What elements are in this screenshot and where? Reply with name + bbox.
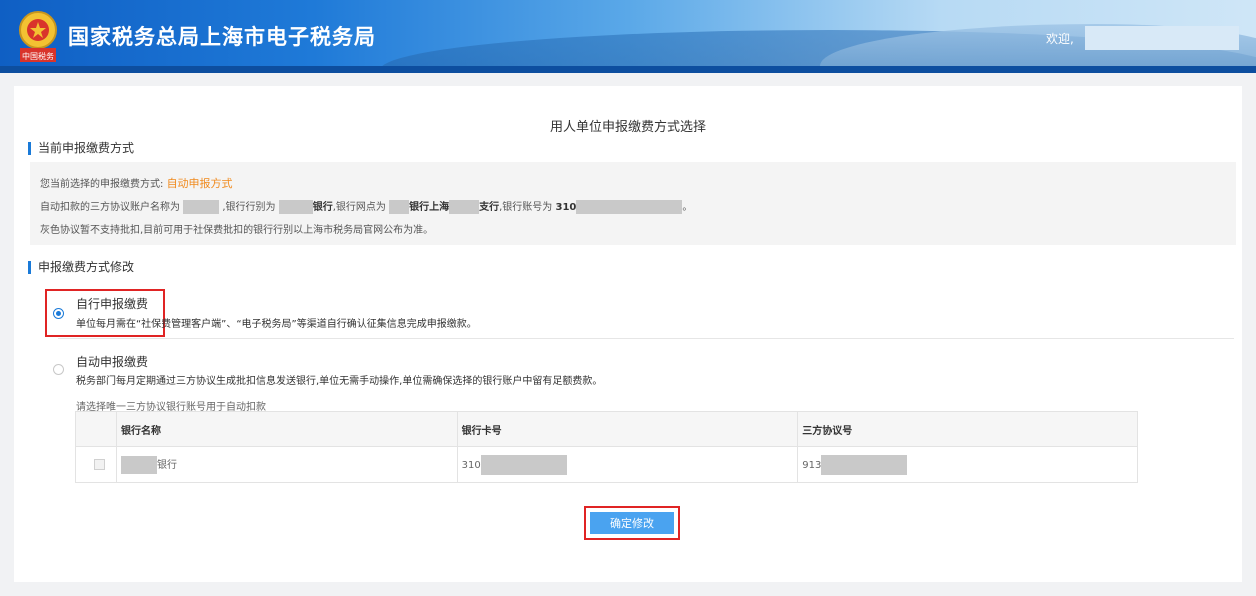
option2-label[interactable]: 自动申报缴费 xyxy=(76,353,148,370)
main-panel: 用人单位申报缴费方式选择 当前申报缴费方式 您当前选择的申报缴费方式: 自动申报… xyxy=(14,86,1242,582)
site-title: 国家税务总局上海市电子税务局 xyxy=(68,25,376,49)
agreement-number-masked xyxy=(821,454,908,475)
current-method-line: 您当前选择的申报缴费方式: 自动申报方式 xyxy=(40,175,233,191)
welcome-text: 欢迎, xyxy=(1046,32,1074,46)
account-number-prefix: 310 xyxy=(555,202,577,213)
row-checkbox[interactable] xyxy=(94,458,105,470)
page-title: 用人单位申报缴费方式选择 xyxy=(549,120,706,135)
agreement-number-prefix: 913 xyxy=(802,459,822,471)
bank-name-masked xyxy=(120,455,157,474)
emblem-text: 中国税务 xyxy=(22,51,54,61)
card-number-prefix: 310 xyxy=(461,459,481,471)
current-method-prefix: 您当前选择的申报缴费方式: xyxy=(40,179,164,190)
agreement-account-line: 自动扣款的三方协议账户名称为 ,银行行别为 银行,银行网点为 银行上海 支行,银行… xyxy=(40,198,692,214)
option2-description: 税务部门每月定期通过三方协议生成批扣信息发送银行,单位无需手动操作,单位需确保选… xyxy=(76,376,603,387)
confirm-modify-button[interactable]: 确定修改 xyxy=(590,512,674,534)
card-number-masked xyxy=(480,454,567,475)
option1-label[interactable]: 自行申报缴费 xyxy=(76,295,148,312)
bank-account-table: 银行名称 银行卡号 三方协议号 银行 310 913 xyxy=(75,411,1138,483)
bank-type-masked xyxy=(278,200,313,214)
bank-branch-suffix: 支行 xyxy=(479,202,500,213)
tax-emblem-icon: 中国税务 xyxy=(19,11,57,62)
account-number-label: ,银行账号为 xyxy=(499,202,553,213)
bank-type-label: ,银行行别为 xyxy=(222,202,276,213)
option1-description: 单位每月需在“社保费管理客户端”、“电子税务局”等渠道自行确认征集信息完成申报缴… xyxy=(76,319,477,330)
account-name-masked xyxy=(183,200,220,214)
option2-radio[interactable] xyxy=(53,364,64,375)
bank-branch-middle: 银行上海 xyxy=(409,202,450,213)
account-number-masked xyxy=(576,200,683,214)
agreement-number-cell: 913 xyxy=(797,446,1138,483)
line-end-period: 。 xyxy=(682,202,693,213)
table-row[interactable]: 银行 310 913 xyxy=(75,446,1138,483)
select-column-header xyxy=(75,411,117,447)
current-method-info: 您当前选择的申报缴费方式: 自动申报方式 自动扣款的三方协议账户名称为 ,银行行… xyxy=(30,162,1236,245)
current-method-value: 自动申报方式 xyxy=(166,177,233,190)
site-header: 中国税务 国家税务总局上海市电子税务局 欢迎, xyxy=(0,0,1256,73)
card-number-cell: 310 xyxy=(456,446,799,483)
bank-branch-label: ,银行网点为 xyxy=(332,202,386,213)
gray-agreement-note: 灰色协议暂不支持批扣,目前可用于社保费批扣的银行行别以上海市税务局官网公布为准。 xyxy=(40,225,434,236)
bank-type-suffix: 银行 xyxy=(312,202,333,213)
account-name-label: 自动扣款的三方协议账户名称为 xyxy=(40,202,180,213)
bank-name-header: 银行名称 xyxy=(115,411,458,447)
modify-method-heading: 申报缴费方式修改 xyxy=(28,261,134,274)
options-divider xyxy=(58,338,1234,339)
option1-radio[interactable] xyxy=(53,308,64,319)
row-select-cell[interactable] xyxy=(75,446,117,483)
agreement-number-header: 三方协议号 xyxy=(797,411,1138,447)
table-header-row: 银行名称 银行卡号 三方协议号 xyxy=(75,411,1138,447)
bank-branch-masked-1 xyxy=(389,200,410,214)
bank-name-cell: 银行 xyxy=(115,446,458,483)
bank-branch-masked-2 xyxy=(449,200,480,214)
header-base-strip xyxy=(0,66,1256,73)
user-name-masked[interactable] xyxy=(1085,26,1239,50)
card-number-header: 银行卡号 xyxy=(456,411,799,447)
current-method-heading: 当前申报缴费方式 xyxy=(28,142,134,155)
bank-name-suffix: 银行 xyxy=(156,459,177,471)
